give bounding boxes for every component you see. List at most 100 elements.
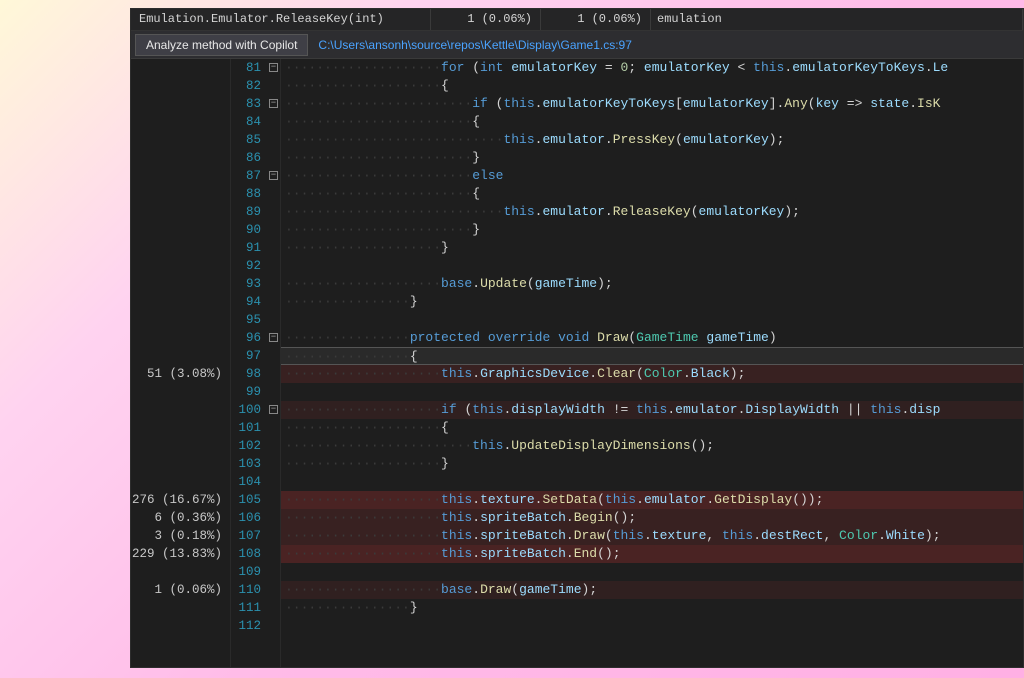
line-number: 86	[231, 149, 267, 167]
fold-toggle	[267, 491, 280, 509]
code-line[interactable]	[281, 257, 1023, 275]
code-line[interactable]: ····················{	[281, 419, 1023, 437]
fold-toggle	[267, 311, 280, 329]
code-line[interactable]	[281, 617, 1023, 635]
code-line[interactable]: ························else	[281, 167, 1023, 185]
perf-cell	[131, 329, 230, 347]
line-number: 109	[231, 563, 267, 581]
code-line[interactable]	[281, 563, 1023, 581]
fold-toggle	[267, 185, 280, 203]
perf-cell	[131, 599, 230, 617]
line-number: 81	[231, 59, 267, 77]
code-line[interactable]: ················}	[281, 293, 1023, 311]
perf-cell: 3 (0.18%)	[131, 527, 230, 545]
method-header-row[interactable]: Emulation.Emulator.ReleaseKey(int) 1 (0.…	[131, 9, 1023, 31]
fold-toggle	[267, 383, 280, 401]
code-line[interactable]: ····················if (this.displayWidt…	[281, 401, 1023, 419]
code-line[interactable]: ····························this.emulato…	[281, 203, 1023, 221]
code-line[interactable]: ························}	[281, 149, 1023, 167]
pct-cell-2: 1 (0.06%)	[541, 9, 651, 30]
code-line[interactable]: ························{	[281, 113, 1023, 131]
line-number-gutter: 8182838485868788899091929394959697989910…	[231, 59, 267, 667]
toolbar: Analyze method with Copilot C:\Users\ans…	[131, 31, 1023, 59]
code-line[interactable]: ····················base.Draw(gameTime);	[281, 581, 1023, 599]
code-line[interactable]: ················}	[281, 599, 1023, 617]
fold-toggle	[267, 581, 280, 599]
line-number: 106	[231, 509, 267, 527]
perf-cell: 229 (13.83%)	[131, 545, 230, 563]
fold-toggle	[267, 77, 280, 95]
line-number: 83	[231, 95, 267, 113]
code-editor[interactable]: 51 (3.08%)276 (16.67%)6 (0.36%)3 (0.18%)…	[131, 59, 1023, 667]
code-area[interactable]: ····················for (int emulatorKey…	[281, 59, 1023, 667]
fold-minus-icon[interactable]: −	[269, 99, 278, 108]
line-number: 107	[231, 527, 267, 545]
code-line[interactable]: ························this.UpdateDispl…	[281, 437, 1023, 455]
line-number: 96	[231, 329, 267, 347]
code-line[interactable]: ····················for (int emulatorKey…	[281, 59, 1023, 77]
line-number: 104	[231, 473, 267, 491]
fold-minus-icon[interactable]: −	[269, 333, 278, 342]
code-line[interactable]: ························if (this.emulato…	[281, 95, 1023, 113]
fold-toggle	[267, 347, 280, 365]
code-line[interactable]	[281, 311, 1023, 329]
fold-gutter[interactable]: − − − − −	[267, 59, 281, 667]
line-number: 97	[231, 347, 267, 365]
performance-gutter: 51 (3.08%)276 (16.67%)6 (0.36%)3 (0.18%)…	[131, 59, 231, 667]
code-line[interactable]: ····················{	[281, 77, 1023, 95]
code-line[interactable]: ························}	[281, 221, 1023, 239]
fold-toggle	[267, 545, 280, 563]
file-path-link[interactable]: C:\Users\ansonh\source\repos\Kettle\Disp…	[318, 38, 631, 52]
code-line[interactable]	[281, 473, 1023, 491]
perf-cell	[131, 149, 230, 167]
perf-cell	[131, 437, 230, 455]
code-line[interactable]	[281, 383, 1023, 401]
fold-minus-icon[interactable]: −	[269, 63, 278, 72]
fold-toggle	[267, 437, 280, 455]
fold-minus-icon[interactable]: −	[269, 405, 278, 414]
fold-toggle[interactable]: −	[267, 401, 280, 419]
code-line[interactable]: ····················}	[281, 239, 1023, 257]
code-line[interactable]: ····························this.emulato…	[281, 131, 1023, 149]
fold-toggle	[267, 563, 280, 581]
fold-toggle[interactable]: −	[267, 59, 280, 77]
module-cell: emulation	[651, 9, 1023, 30]
fold-toggle	[267, 293, 280, 311]
analyze-copilot-button[interactable]: Analyze method with Copilot	[135, 34, 308, 56]
line-number: 110	[231, 581, 267, 599]
code-line[interactable]: ························{	[281, 185, 1023, 203]
code-line[interactable]: ····················this.GraphicsDevice.…	[281, 365, 1023, 383]
perf-cell	[131, 473, 230, 491]
line-number: 101	[231, 419, 267, 437]
code-line[interactable]: ················protected override void …	[281, 329, 1023, 347]
perf-cell	[131, 293, 230, 311]
code-line[interactable]: ····················this.spriteBatch.Beg…	[281, 509, 1023, 527]
code-line[interactable]: ····················this.spriteBatch.Dra…	[281, 527, 1023, 545]
line-number: 112	[231, 617, 267, 635]
code-line[interactable]: ····················this.spriteBatch.End…	[281, 545, 1023, 563]
profiler-window: Emulation.Emulator.ReleaseKey(int) 1 (0.…	[130, 8, 1024, 668]
perf-cell	[131, 401, 230, 419]
line-number: 105	[231, 491, 267, 509]
fold-toggle[interactable]: −	[267, 329, 280, 347]
perf-cell	[131, 347, 230, 365]
line-number: 91	[231, 239, 267, 257]
code-line[interactable]: ····················}	[281, 455, 1023, 473]
code-line[interactable]: ················{	[281, 347, 1023, 365]
line-number: 108	[231, 545, 267, 563]
perf-cell	[131, 383, 230, 401]
line-number: 94	[231, 293, 267, 311]
perf-cell: 1 (0.06%)	[131, 581, 230, 599]
fold-toggle	[267, 275, 280, 293]
fold-toggle[interactable]: −	[267, 167, 280, 185]
perf-cell	[131, 221, 230, 239]
line-number: 84	[231, 113, 267, 131]
code-line[interactable]: ····················this.texture.SetData…	[281, 491, 1023, 509]
fold-toggle	[267, 455, 280, 473]
fold-toggle[interactable]: −	[267, 95, 280, 113]
perf-cell: 51 (3.08%)	[131, 365, 230, 383]
line-number: 90	[231, 221, 267, 239]
code-line[interactable]: ····················base.Update(gameTime…	[281, 275, 1023, 293]
perf-cell	[131, 239, 230, 257]
fold-minus-icon[interactable]: −	[269, 171, 278, 180]
